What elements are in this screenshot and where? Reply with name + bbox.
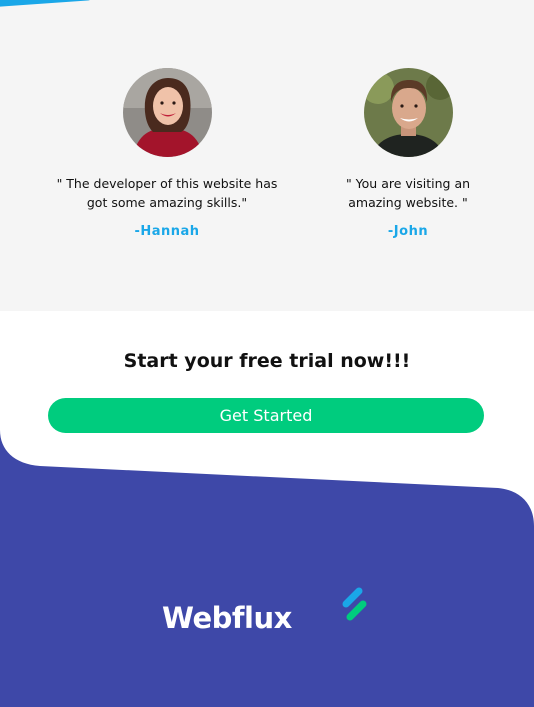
testimonial-author: -Hannah — [134, 224, 200, 239]
testimonial-card: " The developer of this website has got … — [47, 68, 287, 239]
testimonial-quote: " You are visiting an amazing website. " — [345, 176, 471, 210]
get-started-button[interactable]: Get Started — [48, 398, 484, 433]
page: " The developer of this website has got … — [0, 0, 534, 707]
top-accent-stripe — [0, 0, 96, 8]
testimonial-card: " You are visiting an amazing website. "… — [288, 68, 528, 239]
avatar — [363, 68, 453, 157]
testimonials-section: " The developer of this website has got … — [0, 0, 534, 311]
brand-name[interactable]: Webflux — [162, 601, 292, 635]
footer-background — [0, 430, 534, 707]
woman-portrait-icon — [122, 68, 212, 157]
testimonial-author: -John — [387, 224, 429, 239]
man-portrait-icon — [363, 68, 453, 157]
cta-title: Start your free trial now!!! — [123, 350, 411, 372]
testimonial-quote: " The developer of this website has got … — [56, 176, 278, 210]
avatar — [122, 68, 212, 157]
webflux-logo-icon[interactable] — [340, 584, 372, 626]
